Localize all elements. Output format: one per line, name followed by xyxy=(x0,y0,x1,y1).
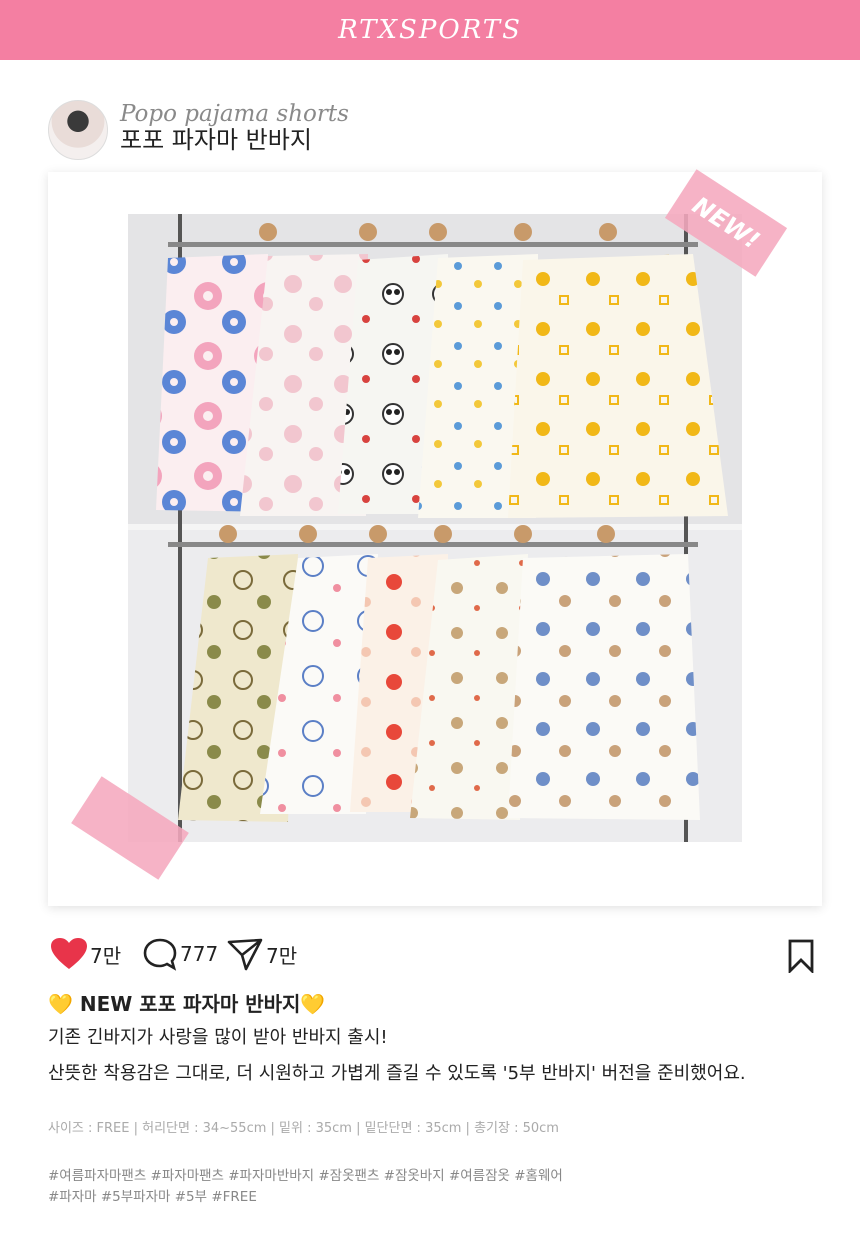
post-title: 💛 NEW 포포 파자마 반바지💛 xyxy=(48,992,326,1016)
post-description-line1: 기존 긴바지가 사랑을 많이 받아 반바지 출시! xyxy=(48,1027,388,1048)
bookmark-icon[interactable] xyxy=(787,939,815,975)
product-photo-card: NEW! xyxy=(48,169,822,906)
product-english-name: Popo pajama shorts xyxy=(120,101,349,127)
size-specs: 사이즈 : FREE | 허리단면 : 34~55cm | 밑위 : 35cm … xyxy=(48,1121,559,1136)
bookmark-button[interactable] xyxy=(787,939,815,977)
post-description-line2: 산뜻한 착용감은 그대로, 더 시원하고 가볍게 즐길 수 있도록 '5부 반바… xyxy=(48,1063,746,1084)
product-photo xyxy=(128,214,742,842)
hashtags-line2[interactable]: #파자마 #5부파자마 #5부 #FREE xyxy=(48,1185,257,1205)
share-count: 7만 xyxy=(266,943,298,968)
post-actions-bar: 7만 777 7만 xyxy=(50,937,820,975)
top-banner: RTXSPORTS xyxy=(0,0,860,60)
pajama-shorts-image xyxy=(128,214,742,842)
share-action[interactable]: 7만 xyxy=(226,937,297,971)
brand-logo: RTXSPORTS xyxy=(338,15,522,45)
avatar[interactable] xyxy=(48,100,108,160)
heart-icon[interactable] xyxy=(50,937,88,971)
profile-header[interactable]: Popo pajama shorts 포포 파자마 반바지 xyxy=(48,100,349,160)
like-count: 7만 xyxy=(90,943,122,968)
comment-count: 777 xyxy=(180,942,219,966)
hashtags-line1[interactable]: #여름파자마팬츠 #파자마팬츠 #파자마반바지 #잠옷팬츠 #잠옷바지 #여름잠… xyxy=(48,1164,563,1184)
like-action[interactable]: 7만 xyxy=(50,937,121,971)
product-korean-name: 포포 파자마 반바지 xyxy=(120,126,312,154)
comment-bubble-icon[interactable] xyxy=(142,937,178,971)
comment-action[interactable]: 777 xyxy=(142,937,218,971)
send-icon[interactable] xyxy=(226,937,264,971)
